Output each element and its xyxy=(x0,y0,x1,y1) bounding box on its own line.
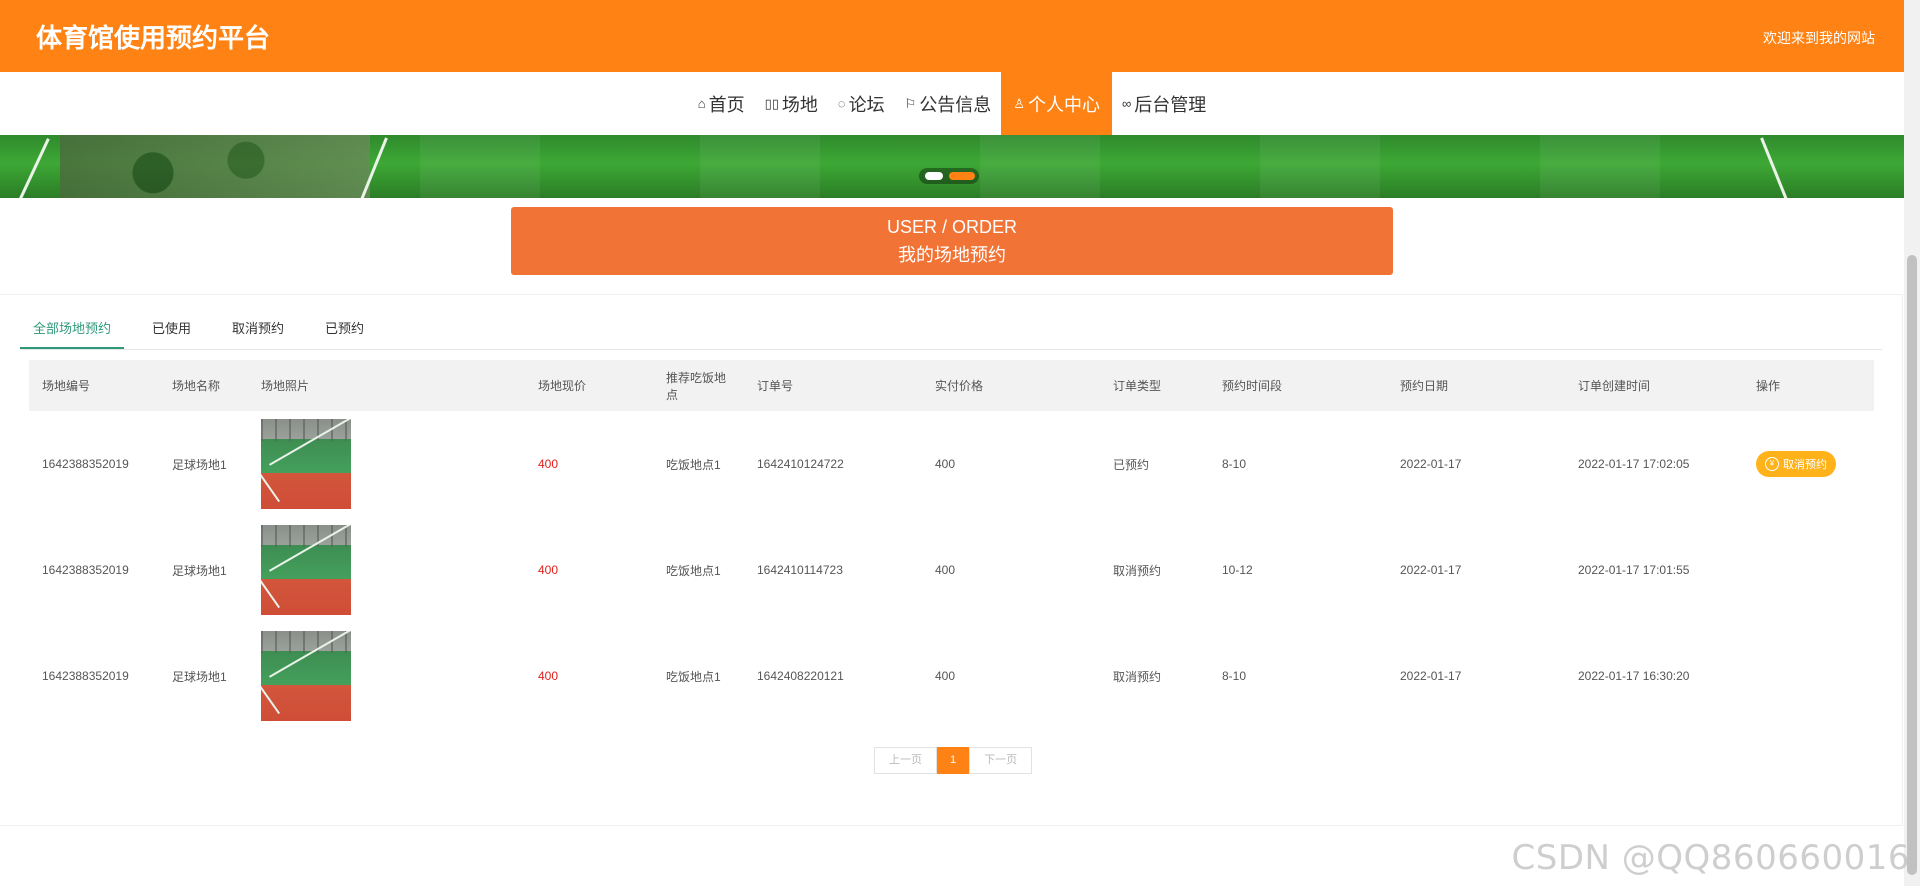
venue-name: 足球场地1 xyxy=(172,669,227,684)
venue-photo[interactable] xyxy=(261,631,351,721)
page-scrollbar[interactable] xyxy=(1904,0,1920,886)
section-title-zh: 我的场地预约 xyxy=(898,245,1006,265)
created-time: 2022-01-17 17:01:55 xyxy=(1578,563,1690,577)
paid-price: 400 xyxy=(935,563,956,577)
order-type: 已预约 xyxy=(1113,457,1150,472)
col-venue-photo: 场地照片 xyxy=(261,379,310,393)
col-current-price: 场地现价 xyxy=(538,379,587,393)
col-paid-price: 实付价格 xyxy=(935,379,984,393)
grid-icon: ▯▯ xyxy=(764,95,779,111)
booking-date: 2022-01-17 xyxy=(1400,457,1462,471)
booking-tabs: 全部场地预约 已使用 取消预约 已预约 xyxy=(20,309,1882,350)
page-number-current[interactable]: 1 xyxy=(937,747,970,774)
nav-item-label: 场地 xyxy=(781,94,818,115)
nav-item-forum[interactable]: ◌ 论坛 xyxy=(828,72,895,135)
nav-item-admin[interactable]: ∞ 后台管理 xyxy=(1112,72,1216,135)
carousel-dot[interactable] xyxy=(925,172,943,180)
order-type: 取消预约 xyxy=(1113,563,1162,578)
main-nav: ⌂ 首页 ▯▯ 场地 ◌ 论坛 ⚐ 公告信息 ♙ 个人中心 ∞ 后台管理 xyxy=(0,72,1904,135)
time-slot: 8-10 xyxy=(1222,457,1247,471)
carousel-indicators xyxy=(919,168,979,184)
col-order-type: 订单类型 xyxy=(1113,379,1162,393)
created-time: 2022-01-17 16:30:20 xyxy=(1578,669,1690,683)
yen-icon: ¥ xyxy=(1765,457,1779,471)
current-price: 400 xyxy=(538,669,559,683)
venue-code: 1642388352019 xyxy=(42,669,129,683)
site-title[interactable]: 体育馆使用预约平台 xyxy=(36,18,270,55)
table-row: 1642388352019 足球场地1 400 吃饭地点1 1642410114… xyxy=(29,517,1874,623)
nav-item-label: 首页 xyxy=(708,94,745,115)
current-price: 400 xyxy=(538,457,559,471)
col-booking-date: 预约日期 xyxy=(1400,379,1449,393)
venue-code: 1642388352019 xyxy=(42,563,129,577)
paid-price: 400 xyxy=(935,457,956,471)
tab-used[interactable]: 已使用 xyxy=(139,309,204,349)
tab-cancelled[interactable]: 取消预约 xyxy=(219,309,297,349)
row-actions xyxy=(1743,517,1874,623)
col-order-number: 订单号 xyxy=(757,379,794,393)
table-row: 1642388352019 足球场地1 400 吃饭地点1 1642410124… xyxy=(29,411,1874,517)
user-icon: ♙ xyxy=(1013,95,1025,111)
table-header-row: 场地编号 场地名称 场地照片 场地现价 推荐吃饭地点 订单号 实付价格 订单类型… xyxy=(29,360,1874,411)
home-icon: ⌂ xyxy=(697,96,706,111)
venue-code: 1642388352019 xyxy=(42,457,129,471)
tab-booked[interactable]: 已预约 xyxy=(312,309,377,349)
venue-photo[interactable] xyxy=(261,419,351,509)
col-time-slot: 预约时间段 xyxy=(1222,379,1283,393)
watermark: CSDN @QQ860660016 xyxy=(1511,838,1910,878)
next-page-button[interactable]: 下一页 xyxy=(969,747,1033,774)
col-actions: 操作 xyxy=(1756,379,1781,393)
order-number: 1642410124722 xyxy=(757,457,844,471)
compass-icon: ◌ xyxy=(837,96,846,111)
food-spot: 吃饭地点1 xyxy=(666,669,721,684)
nav-item-label: 后台管理 xyxy=(1134,94,1207,115)
banner-carousel[interactable] xyxy=(0,135,1904,198)
booking-date: 2022-01-17 xyxy=(1400,669,1462,683)
nav-item-venues[interactable]: ▯▯ 场地 xyxy=(755,72,828,135)
nav-item-home[interactable]: ⌂ 首页 xyxy=(688,72,755,135)
section-title-en: USER / ORDER xyxy=(886,217,1018,237)
carousel-dot-active[interactable] xyxy=(949,172,975,180)
order-number: 1642408220121 xyxy=(757,669,844,683)
flag-icon: ⚐ xyxy=(904,95,917,111)
nav-item-label: 公告信息 xyxy=(919,94,992,115)
order-type: 取消预约 xyxy=(1113,669,1162,684)
tab-all-bookings[interactable]: 全部场地预约 xyxy=(20,309,125,349)
food-spot: 吃饭地点1 xyxy=(666,563,721,578)
welcome-text: 欢迎来到我的网站 xyxy=(1763,30,1875,46)
col-food-spot: 推荐吃饭地点 xyxy=(666,370,727,402)
section-title-box: USER / ORDER 我的场地预约 xyxy=(511,207,1393,275)
venue-name: 足球场地1 xyxy=(172,563,227,578)
col-created-time: 订单创建时间 xyxy=(1578,379,1651,393)
nav-item-label: 论坛 xyxy=(848,94,885,115)
cancel-booking-button[interactable]: ¥ 取消预约 xyxy=(1756,451,1836,477)
col-venue-name: 场地名称 xyxy=(172,379,221,393)
time-slot: 10-12 xyxy=(1222,563,1253,577)
site-header: 体育馆使用预约平台 欢迎来到我的网站 xyxy=(0,0,1904,72)
time-slot: 8-10 xyxy=(1222,669,1247,683)
paid-price: 400 xyxy=(935,669,956,683)
nav-item-label: 个人中心 xyxy=(1027,94,1100,115)
food-spot: 吃饭地点1 xyxy=(666,457,721,472)
col-venue-code: 场地编号 xyxy=(42,379,91,393)
cancel-booking-label: 取消预约 xyxy=(1783,459,1827,471)
order-number: 1642410114723 xyxy=(757,563,843,577)
nav-item-announcements[interactable]: ⚐ 公告信息 xyxy=(895,72,1002,135)
pagination: 上一页 1 下一页 xyxy=(874,747,1033,774)
prev-page-button[interactable]: 上一页 xyxy=(874,747,937,774)
venue-photo[interactable] xyxy=(261,525,351,615)
venue-name: 足球场地1 xyxy=(172,457,227,472)
nav-item-personal-center[interactable]: ♙ 个人中心 xyxy=(1001,72,1112,135)
created-time: 2022-01-17 17:02:05 xyxy=(1578,457,1690,471)
link-icon: ∞ xyxy=(1121,96,1132,111)
table-row: 1642388352019 足球场地1 400 吃饭地点1 1642408220… xyxy=(29,623,1874,729)
booking-table: 场地编号 场地名称 场地照片 场地现价 推荐吃饭地点 订单号 实付价格 订单类型… xyxy=(29,360,1874,729)
scrollbar-thumb[interactable] xyxy=(1907,255,1917,875)
booking-panel: 全部场地预约 已使用 取消预约 已预约 场地编号 场地名称 场地照片 场地现价 … xyxy=(0,294,1903,826)
current-price: 400 xyxy=(538,563,559,577)
row-actions xyxy=(1743,623,1874,729)
booking-date: 2022-01-17 xyxy=(1400,563,1462,577)
